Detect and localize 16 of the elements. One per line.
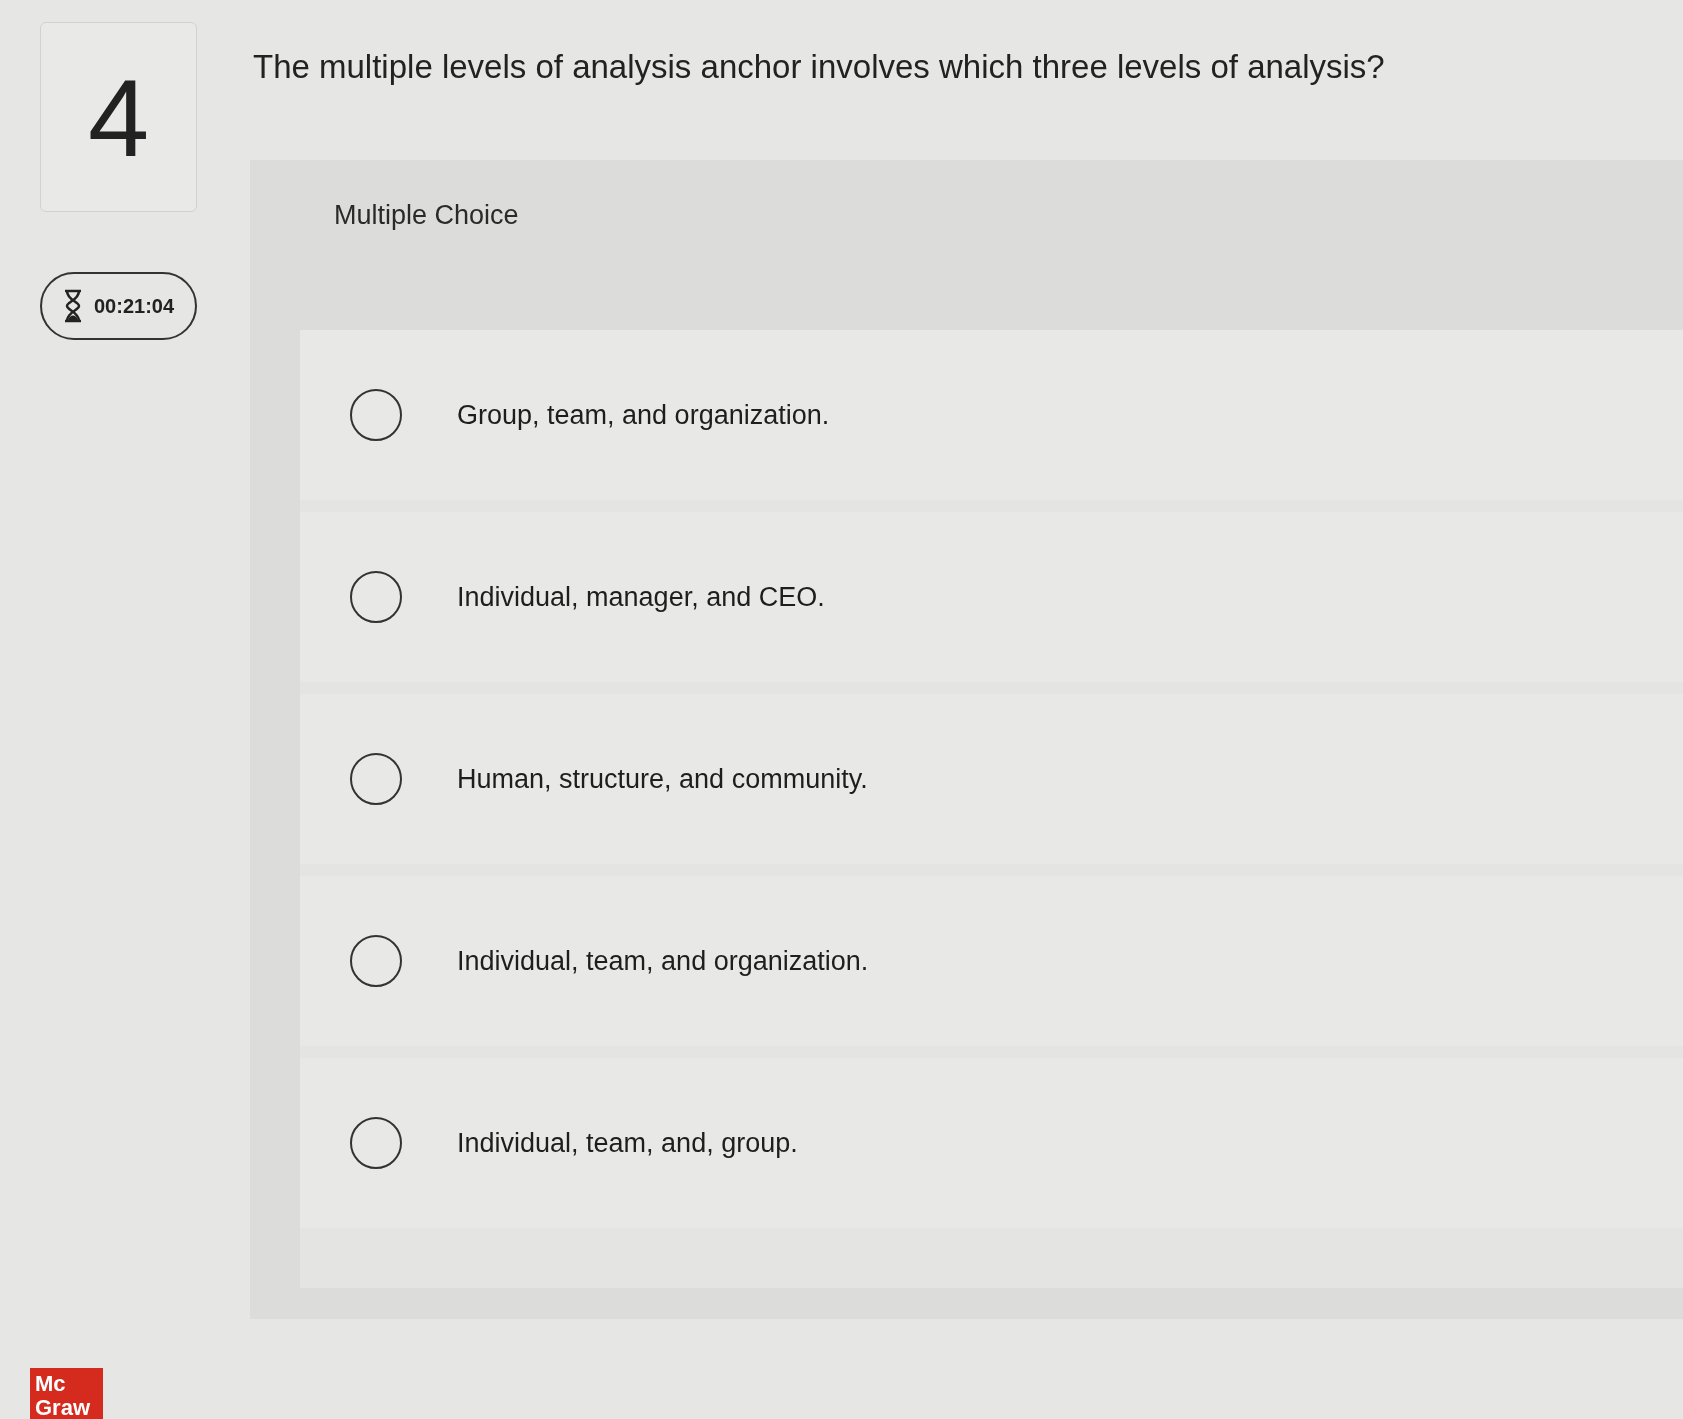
radio-button[interactable] bbox=[350, 1117, 402, 1169]
radio-button[interactable] bbox=[350, 571, 402, 623]
hourglass-icon bbox=[62, 289, 84, 323]
radio-button[interactable] bbox=[350, 389, 402, 441]
answer-option[interactable]: Individual, team, and, group. bbox=[300, 1058, 1683, 1228]
answer-option[interactable]: Individual, manager, and CEO. bbox=[300, 512, 1683, 682]
timer-text: 00:21:04 bbox=[94, 294, 175, 318]
publisher-logo: Mc Graw bbox=[30, 1368, 103, 1419]
question-number: 4 bbox=[40, 22, 197, 212]
radio-button[interactable] bbox=[350, 935, 402, 987]
answer-option[interactable]: Human, structure, and community. bbox=[300, 694, 1683, 864]
radio-button[interactable] bbox=[350, 753, 402, 805]
question-text: The multiple levels of analysis anchor involves which three levels of analysis? bbox=[252, 47, 1386, 87]
question-type-label: Multiple Choice bbox=[333, 199, 520, 232]
answer-option[interactable]: Individual, team, and organization. bbox=[300, 876, 1683, 1046]
answer-option[interactable]: Group, team, and organization. bbox=[300, 330, 1683, 500]
